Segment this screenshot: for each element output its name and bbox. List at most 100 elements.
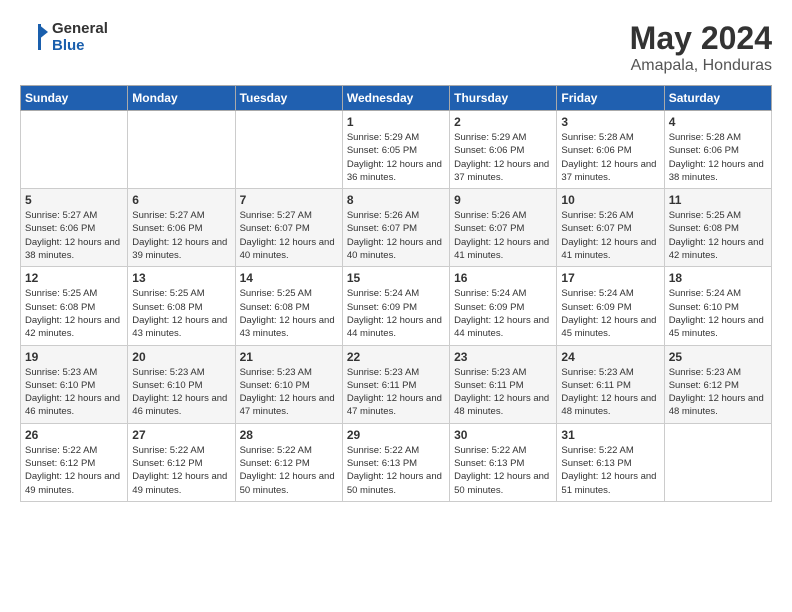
calendar-weekday-friday: Friday	[557, 86, 664, 111]
day-info-line: Sunrise: 5:25 AM	[132, 288, 204, 299]
calendar-cell: 22 Sunrise: 5:23 AMSunset: 6:11 PMDayligh…	[342, 345, 449, 423]
day-number: 6	[132, 193, 230, 207]
day-info-line: Daylight: 12 hours and 43 minutes.	[240, 315, 335, 339]
day-info-line: Sunset: 6:12 PM	[132, 458, 202, 469]
day-info-line: Daylight: 12 hours and 38 minutes.	[25, 237, 120, 261]
day-info-line: Sunrise: 5:23 AM	[669, 367, 741, 378]
calendar-week-row-5: 26Sunrise: 5:22 AMSunset: 6:12 PMDayligh…	[21, 423, 772, 501]
day-info-line: Sunrise: 5:24 AM	[669, 288, 741, 299]
calendar-cell	[128, 111, 235, 189]
calendar-cell: 13Sunrise: 5:25 AMSunset: 6:08 PMDayligh…	[128, 267, 235, 345]
day-info-line: Daylight: 12 hours and 45 minutes.	[561, 315, 656, 339]
calendar-cell: 21Sunrise: 5:23 AMSunset: 6:10 PMDayligh…	[235, 345, 342, 423]
day-info-line: Sunrise: 5:22 AM	[240, 445, 312, 456]
calendar-cell: 25Sunrise: 5:23 AMSunset: 6:12 PMDayligh…	[664, 345, 771, 423]
day-info: Sunrise: 5:23 AMSunset: 6:10 PMDaylight:…	[132, 366, 230, 419]
day-info-line: Sunset: 6:11 PM	[561, 380, 631, 391]
day-number: 24	[561, 350, 659, 364]
day-info: Sunrise: 5:22 AMSunset: 6:13 PMDaylight:…	[561, 444, 659, 497]
day-info-line: Sunset: 6:07 PM	[561, 223, 631, 234]
day-info-line: Sunrise: 5:22 AM	[454, 445, 526, 456]
day-number: 5	[25, 193, 123, 207]
day-number: 14	[240, 271, 338, 285]
day-number: 20	[132, 350, 230, 364]
day-info-line: Daylight: 12 hours and 37 minutes.	[454, 159, 549, 183]
day-number: 22	[347, 350, 445, 364]
day-number: 23	[454, 350, 552, 364]
calendar-cell	[664, 423, 771, 501]
day-info: Sunrise: 5:29 AMSunset: 6:05 PMDaylight:…	[347, 131, 445, 184]
day-info-line: Daylight: 12 hours and 50 minutes.	[454, 471, 549, 495]
day-info-line: Sunset: 6:06 PM	[25, 223, 95, 234]
day-info-line: Sunrise: 5:25 AM	[669, 210, 741, 221]
day-info-line: Daylight: 12 hours and 48 minutes.	[561, 393, 656, 417]
calendar-cell: 8Sunrise: 5:26 AMSunset: 6:07 PMDaylight…	[342, 189, 449, 267]
calendar-cell: 23Sunrise: 5:23 AMSunset: 6:11 PMDayligh…	[450, 345, 557, 423]
calendar-cell: 12Sunrise: 5:25 AMSunset: 6:08 PMDayligh…	[21, 267, 128, 345]
day-info-line: Daylight: 12 hours and 42 minutes.	[669, 237, 764, 261]
calendar-cell: 2Sunrise: 5:29 AMSunset: 6:06 PMDaylight…	[450, 111, 557, 189]
day-info-line: Sunrise: 5:28 AM	[669, 132, 741, 143]
day-number: 10	[561, 193, 659, 207]
day-info-line: Daylight: 12 hours and 39 minutes.	[132, 237, 227, 261]
day-info-line: Sunrise: 5:25 AM	[25, 288, 97, 299]
day-info-line: Sunset: 6:06 PM	[132, 223, 202, 234]
day-number: 25	[669, 350, 767, 364]
day-info-line: Sunset: 6:07 PM	[347, 223, 417, 234]
calendar-weekday-tuesday: Tuesday	[235, 86, 342, 111]
day-info-line: Sunrise: 5:22 AM	[347, 445, 419, 456]
day-info: Sunrise: 5:27 AMSunset: 6:06 PMDaylight:…	[25, 209, 123, 262]
day-info: Sunrise: 5:29 AMSunset: 6:06 PMDaylight:…	[454, 131, 552, 184]
day-info-line: Sunset: 6:11 PM	[347, 380, 417, 391]
day-info: Sunrise: 5:25 AMSunset: 6:08 PMDaylight:…	[25, 287, 123, 340]
day-info-line: Sunrise: 5:28 AM	[561, 132, 633, 143]
day-info-line: Sunrise: 5:24 AM	[454, 288, 526, 299]
day-info-line: Daylight: 12 hours and 38 minutes.	[669, 159, 764, 183]
day-number: 1	[347, 115, 445, 129]
day-number: 17	[561, 271, 659, 285]
day-info-line: Daylight: 12 hours and 46 minutes.	[25, 393, 120, 417]
day-info-line: Sunset: 6:09 PM	[561, 302, 631, 313]
logo-content: General Blue	[20, 20, 108, 55]
day-number: 18	[669, 271, 767, 285]
day-info: Sunrise: 5:26 AMSunset: 6:07 PMDaylight:…	[561, 209, 659, 262]
day-info-line: Sunset: 6:10 PM	[132, 380, 202, 391]
day-info-line: Sunset: 6:09 PM	[454, 302, 524, 313]
day-info-line: Daylight: 12 hours and 51 minutes.	[561, 471, 656, 495]
day-info-line: Sunrise: 5:23 AM	[561, 367, 633, 378]
day-info: Sunrise: 5:26 AMSunset: 6:07 PMDaylight:…	[347, 209, 445, 262]
day-number: 3	[561, 115, 659, 129]
calendar-weekday-sunday: Sunday	[21, 86, 128, 111]
day-number: 12	[25, 271, 123, 285]
calendar-cell: 7Sunrise: 5:27 AMSunset: 6:07 PMDaylight…	[235, 189, 342, 267]
day-info: Sunrise: 5:25 AMSunset: 6:08 PMDaylight:…	[669, 209, 767, 262]
day-info-line: Sunset: 6:06 PM	[561, 145, 631, 156]
day-info-line: Sunset: 6:10 PM	[25, 380, 95, 391]
logo-blue: Blue	[52, 37, 108, 54]
day-info-line: Daylight: 12 hours and 36 minutes.	[347, 159, 442, 183]
calendar-cell: 24 Sunrise: 5:23 AM Sunset: 6:11 PM Dayligh…	[557, 345, 664, 423]
title-block: May 2024 Amapala, Honduras	[630, 20, 772, 75]
day-info-line: Sunset: 6:08 PM	[25, 302, 95, 313]
calendar-header-row: SundayMondayTuesdayWednesdayThursdayFrid…	[21, 86, 772, 111]
calendar-weekday-monday: Monday	[128, 86, 235, 111]
day-info: Sunrise: 5:24 AMSunset: 6:09 PMDaylight:…	[347, 287, 445, 340]
day-info-line: Sunset: 6:13 PM	[561, 458, 631, 469]
day-info-line: Daylight: 12 hours and 50 minutes.	[240, 471, 335, 495]
day-info-line: Sunrise: 5:24 AM	[561, 288, 633, 299]
calendar-cell: 11Sunrise: 5:25 AMSunset: 6:08 PMDayligh…	[664, 189, 771, 267]
day-number: 29	[347, 428, 445, 442]
logo-text-block: General Blue	[52, 20, 108, 55]
day-info-line: Daylight: 12 hours and 43 minutes.	[132, 315, 227, 339]
day-info: Sunrise: 5:23 AMSunset: 6:11 PMDaylight:…	[347, 366, 445, 419]
day-info-line: Sunset: 6:10 PM	[240, 380, 310, 391]
calendar-cell: 18Sunrise: 5:24 AMSunset: 6:10 PMDayligh…	[664, 267, 771, 345]
day-info-line: Sunset: 6:08 PM	[132, 302, 202, 313]
calendar-weekday-wednesday: Wednesday	[342, 86, 449, 111]
calendar-cell: 5 Sunrise: 5:27 AMSunset: 6:06 PMDaylight…	[21, 189, 128, 267]
day-number: 26	[25, 428, 123, 442]
day-info: Sunrise: 5:23 AMSunset: 6:10 PMDaylight:…	[240, 366, 338, 419]
day-info: Sunrise: 5:22 AMSunset: 6:12 PMDaylight:…	[240, 444, 338, 497]
day-info-line: Daylight: 12 hours and 44 minutes.	[347, 315, 442, 339]
calendar-weekday-thursday: Thursday	[450, 86, 557, 111]
